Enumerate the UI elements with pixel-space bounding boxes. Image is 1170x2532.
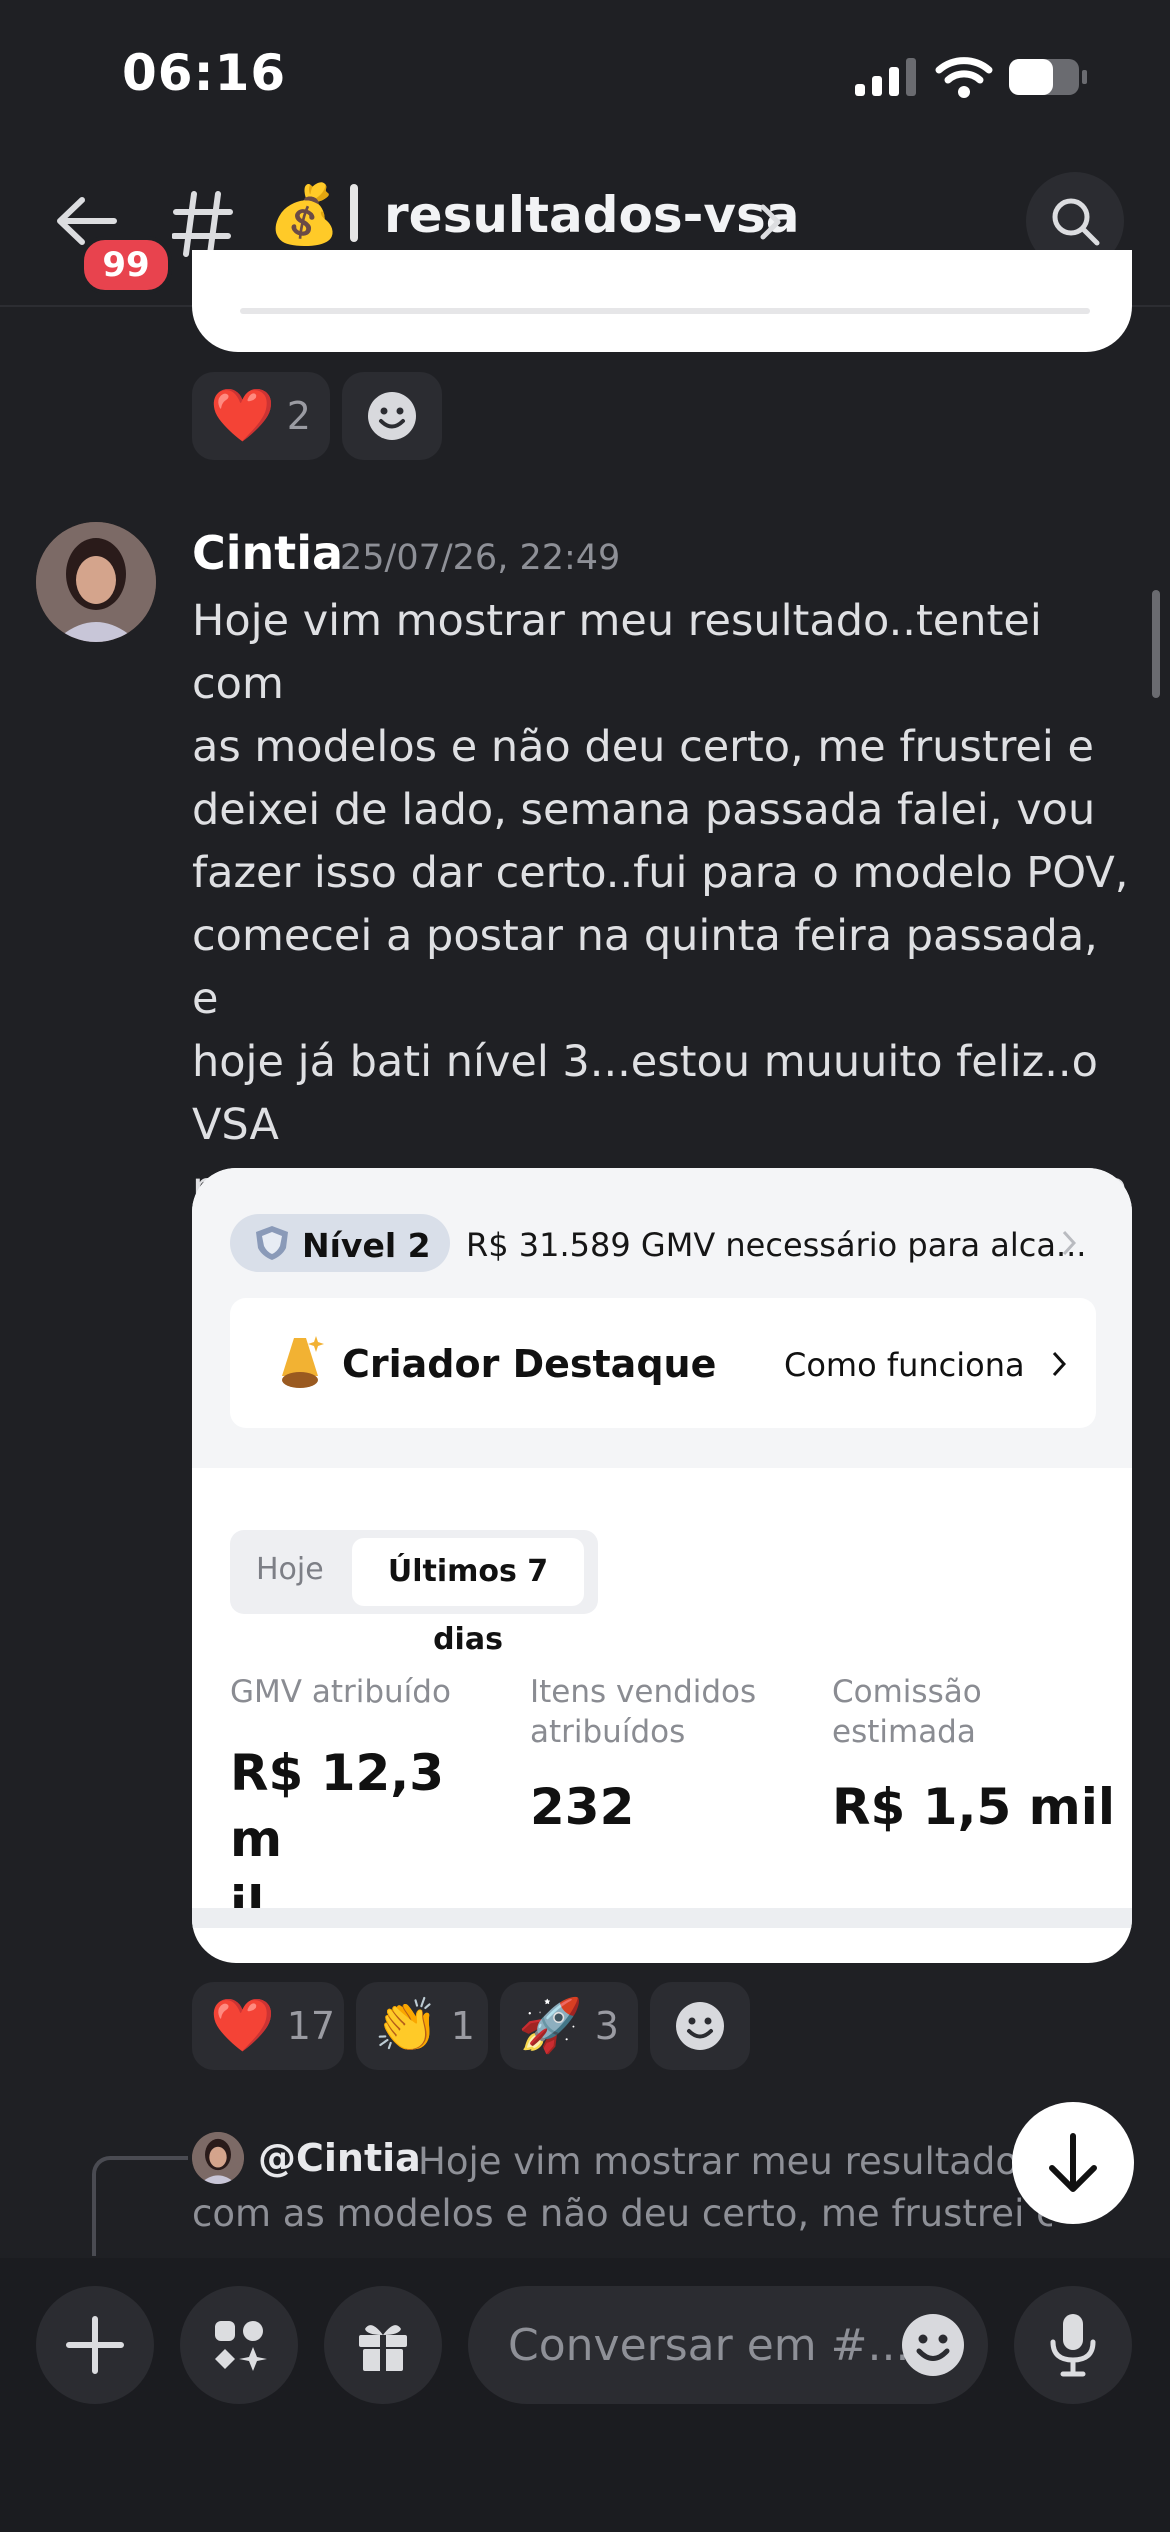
reaction-emoji: 🚀 — [518, 1996, 583, 2056]
apps-icon — [215, 2321, 267, 2371]
add-reaction-icon — [368, 392, 416, 440]
add-attachment-button[interactable] — [36, 2286, 154, 2404]
period-tabs: Hoje Últimos 7 dias — [230, 1530, 598, 1657]
apps-button[interactable] — [180, 2286, 298, 2404]
add-reaction-button[interactable] — [650, 1982, 750, 2070]
previous-embed-divider — [240, 308, 1090, 314]
status-time: 06:16 — [122, 44, 287, 102]
reaction-rocket[interactable]: 🚀 3 — [500, 1982, 638, 2070]
reaction-emoji: ❤️ — [210, 1996, 275, 2056]
channel-emoji: 💰 — [268, 180, 341, 248]
reaction-emoji: 👏 — [374, 1996, 439, 2056]
reaction-count: 3 — [594, 2004, 619, 2048]
spotlight-icon — [282, 1336, 324, 1388]
avatar-photo — [36, 522, 156, 642]
shield-icon — [256, 1226, 288, 1260]
jump-to-bottom-button[interactable] — [1012, 2102, 1134, 2224]
reply-mention[interactable]: @Cintia — [258, 2136, 421, 2180]
plus-icon — [66, 2316, 124, 2374]
stat-label-items: Itens vendidos atribuídos — [530, 1674, 757, 1750]
reaction-emoji: ❤️ — [210, 386, 275, 446]
stat-label-gmv: GMV atribuído — [230, 1674, 451, 1710]
hash-icon — [172, 191, 233, 257]
voice-message-button[interactable] — [1014, 2286, 1132, 2404]
chevron-right-icon — [1062, 1230, 1076, 1256]
level-label: Nível 2 — [302, 1226, 431, 1265]
add-reaction-button[interactable] — [342, 372, 442, 460]
reaction-clap[interactable]: 👏 1 — [356, 1982, 488, 2070]
scrollbar[interactable] — [1152, 590, 1160, 698]
reaction-heart[interactable]: ❤️ 2 — [192, 372, 330, 460]
reaction-count: 1 — [450, 2004, 475, 2048]
chevron-right-icon[interactable] — [758, 202, 784, 242]
reply-avatar — [192, 2132, 244, 2184]
wifi-icon — [935, 57, 993, 98]
reaction-heart[interactable]: ❤️ 17 — [192, 1982, 344, 2070]
cellular-signal-icon — [855, 58, 916, 96]
image-attachment[interactable]: Nível 2 R$ 31.589 GMV necessário para al… — [192, 1168, 1132, 1963]
reply-text[interactable]: com as modelos e não deu certo, me frust… — [192, 2192, 1052, 2235]
avatar-photo — [192, 2132, 244, 2184]
tab-today: Hoje — [256, 1552, 324, 1587]
battery-icon — [1009, 59, 1087, 95]
search-icon — [1052, 198, 1100, 246]
message-input-placeholder: Conversar em #... — [508, 2320, 910, 2371]
how-it-works-link: Como funciona — [784, 1346, 1025, 1384]
channel-name[interactable]: resultados-vsa — [384, 186, 799, 244]
previous-embed[interactable] — [192, 250, 1132, 352]
reaction-count: 17 — [286, 2004, 336, 2048]
add-reaction-icon — [676, 2002, 724, 2050]
gift-button[interactable] — [324, 2286, 442, 2404]
arrow-down-icon — [1049, 2133, 1097, 2192]
microphone-icon — [1050, 2314, 1096, 2377]
embed-footer-strip — [192, 1908, 1132, 1928]
message-timestamp: 25/07/26, 22:49 — [340, 538, 621, 578]
chevron-right-icon — [1052, 1351, 1066, 1377]
creator-card: Criador Destaque Como funciona — [230, 1298, 1096, 1428]
unread-badge: 99 — [80, 236, 172, 294]
emoji-icon[interactable] — [900, 2312, 966, 2378]
message-author[interactable]: Cintia — [192, 526, 343, 580]
stat-value-commission: R$ 1,5 mil — [832, 1778, 1116, 1836]
message-input[interactable]: Conversar em #... — [468, 2286, 988, 2404]
tab-last-7-days: Últimos 7 dias — [352, 1538, 584, 1657]
title-divider — [350, 184, 358, 242]
reply-text[interactable]: Hoje vim mostrar meu resultado..tentei — [418, 2140, 1028, 2183]
reply-connector — [92, 2156, 188, 2256]
avatar[interactable] — [36, 522, 156, 642]
reaction-count: 2 — [286, 394, 311, 438]
creator-title: Criador Destaque — [342, 1342, 717, 1386]
gift-icon — [359, 2325, 407, 2371]
stat-value-items: 232 — [530, 1778, 635, 1836]
stat-label-commission: Comissão estimada — [832, 1674, 982, 1750]
gmv-needed-text: R$ 31.589 GMV necessário para alca... — [466, 1226, 1087, 1264]
